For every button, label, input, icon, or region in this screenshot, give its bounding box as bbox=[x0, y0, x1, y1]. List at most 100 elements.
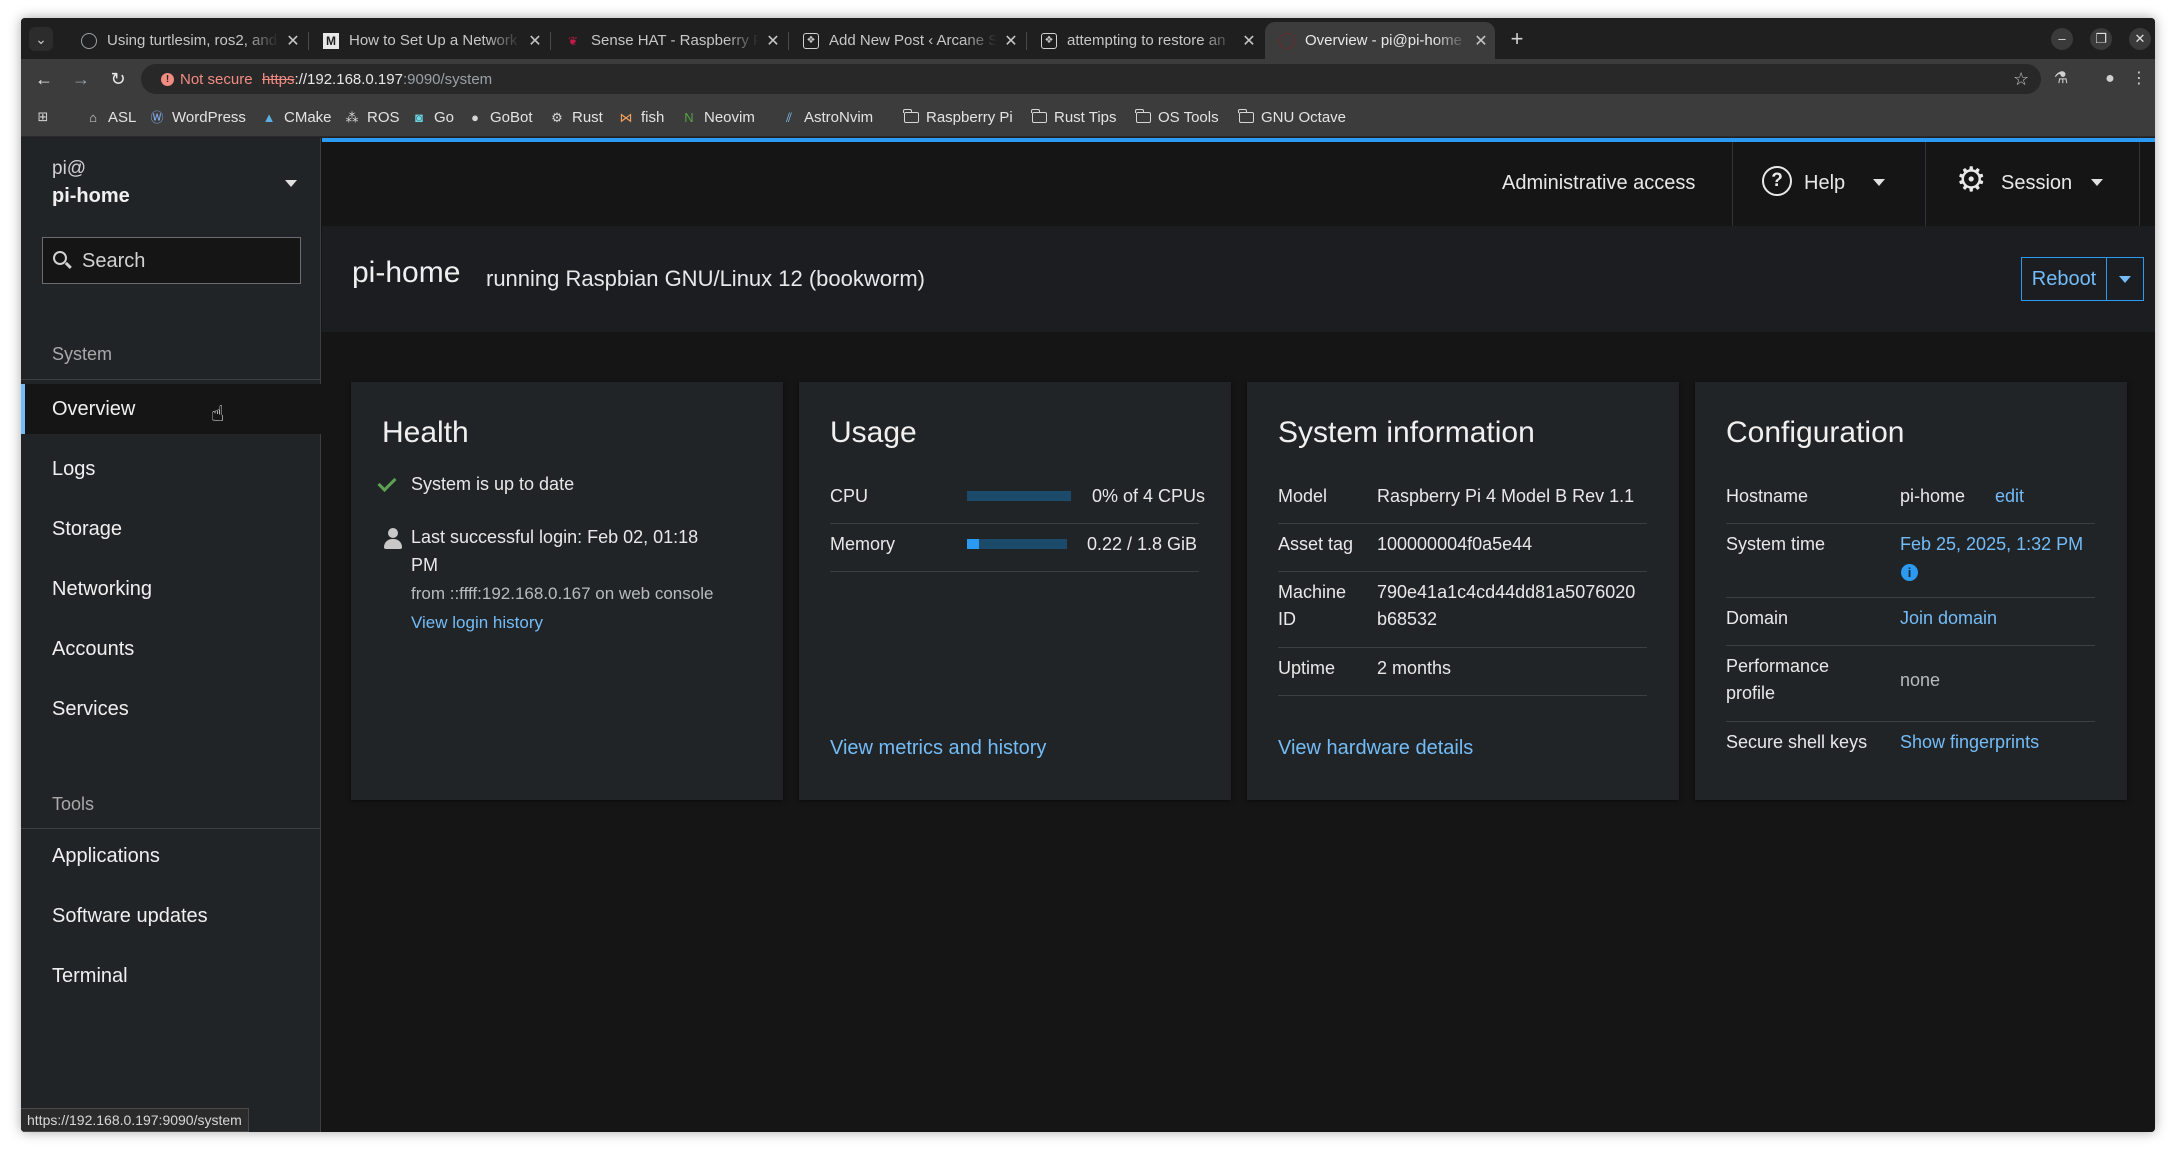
reboot-dropdown-toggle[interactable] bbox=[2106, 257, 2144, 301]
sidebar-item-storage[interactable]: Storage bbox=[21, 504, 321, 554]
nav-heading-system: System bbox=[52, 344, 113, 364]
search-placeholder: Search bbox=[82, 250, 146, 272]
card-title: Configuration bbox=[1726, 416, 1905, 449]
reload-icon[interactable]: ↻ bbox=[106, 67, 130, 91]
bookmark-raspberry-pi[interactable]: Raspberry Pi bbox=[903, 109, 1013, 126]
tab-search-button[interactable]: ⌄ bbox=[29, 27, 53, 51]
divider bbox=[2139, 142, 2140, 226]
os-description: running Raspbian GNU/Linux 12 (bookworm) bbox=[486, 266, 925, 291]
divider bbox=[1278, 571, 1647, 572]
machine-id-value: 790e41a1c4cd44dd81a5076020 bbox=[1377, 582, 1636, 602]
asset-tag-label: Asset tag bbox=[1278, 534, 1354, 554]
tab-network-setup[interactable]: M How to Set Up a Network ✕ bbox=[309, 22, 549, 59]
bookmark-go[interactable]: ◙ Go bbox=[411, 109, 454, 126]
search-input[interactable]: Search bbox=[42, 237, 301, 284]
join-domain-link[interactable]: Join domain bbox=[1900, 604, 1997, 632]
medium-icon: M bbox=[323, 32, 339, 49]
sidebar-item-logs[interactable]: Logs bbox=[21, 444, 321, 494]
tab-sense-hat[interactable]: ❦ Sense HAT - Raspberry Pi ✕ bbox=[551, 22, 787, 59]
bookmark-rust-tips[interactable]: Rust Tips bbox=[1031, 109, 1117, 126]
tab-close-icon[interactable]: ✕ bbox=[1467, 31, 1495, 51]
github-icon: ● bbox=[471, 109, 479, 125]
new-tab-icon[interactable]: + bbox=[1503, 26, 1531, 54]
minimize-icon[interactable]: – bbox=[2051, 28, 2073, 50]
bookmark-asl[interactable]: ⌂ ASL bbox=[85, 109, 136, 126]
bookmark-fish[interactable]: ⋈ fish bbox=[618, 109, 665, 126]
warning-icon: ! bbox=[161, 73, 174, 86]
configuration-card: Configuration Hostname pi-home edit Syst… bbox=[1695, 382, 2127, 800]
bookmark-star-icon[interactable]: ☆ bbox=[2013, 69, 2029, 90]
help-button[interactable]: Help bbox=[1804, 172, 1845, 195]
sidebar-item-overview[interactable]: Overview bbox=[21, 384, 321, 434]
host-switcher[interactable]: pi@ pi-home bbox=[21, 138, 321, 224]
close-window-icon[interactable]: ✕ bbox=[2129, 28, 2151, 50]
page-title: pi-home bbox=[352, 256, 461, 289]
tab-overview[interactable]: Overview - pi@pi-home ✕ bbox=[1265, 22, 1495, 59]
show-fingerprints-link[interactable]: Show fingerprints bbox=[1900, 728, 2039, 756]
sidebar-item-accounts[interactable]: Accounts bbox=[21, 624, 321, 674]
cpu-bar bbox=[967, 491, 1071, 501]
session-button[interactable]: Session bbox=[2001, 172, 2072, 195]
view-hardware-details-link[interactable]: View hardware details bbox=[1278, 734, 1473, 762]
bookmark-label: AstroNvim bbox=[804, 109, 874, 126]
bookmark-gnu-octave[interactable]: GNU Octave bbox=[1238, 109, 1346, 126]
security-indicator[interactable]: ! Not secure bbox=[161, 71, 253, 88]
cpu-label: CPU bbox=[830, 486, 869, 506]
apps-grid-icon[interactable]: ⊞ bbox=[35, 109, 58, 125]
url-text[interactable]: https://192.168.0.197:9090/system bbox=[262, 71, 492, 88]
fish-icon: ⋈ bbox=[619, 109, 633, 125]
tab-close-icon[interactable]: ✕ bbox=[521, 31, 549, 51]
view-metrics-link[interactable]: View metrics and history bbox=[830, 734, 1046, 762]
profile-icon[interactable]: ● bbox=[2098, 67, 2122, 91]
tab-close-icon[interactable]: ✕ bbox=[279, 31, 307, 51]
reboot-button[interactable]: Reboot bbox=[2021, 257, 2107, 301]
url-scheme: https bbox=[262, 71, 295, 88]
bookmark-gobot[interactable]: ● GoBot bbox=[467, 109, 532, 126]
sidebar-item-software-updates[interactable]: Software updates bbox=[21, 891, 321, 941]
sidebar-item-terminal[interactable]: Terminal bbox=[21, 951, 321, 1001]
tab-close-icon[interactable]: ✕ bbox=[1235, 31, 1263, 51]
model-value: Raspberry Pi 4 Model B Rev 1.1 bbox=[1377, 486, 1635, 506]
bookmark-rust[interactable]: ⚙ Rust bbox=[549, 109, 603, 126]
sidebar-item-services[interactable]: Services bbox=[21, 684, 321, 734]
restore-icon[interactable]: ❐ bbox=[2090, 28, 2112, 50]
back-icon[interactable]: ← bbox=[32, 67, 56, 91]
labs-flask-icon[interactable]: ⚗ bbox=[2049, 67, 2073, 91]
sidebar-item-networking[interactable]: Networking bbox=[21, 564, 321, 614]
machine-id-label: Machine bbox=[1278, 582, 1347, 602]
view-login-history-link[interactable]: View login history bbox=[411, 609, 543, 637]
help-icon[interactable]: ? bbox=[1762, 166, 1792, 196]
forward-icon[interactable]: → bbox=[69, 67, 93, 91]
tab-close-icon[interactable]: ✕ bbox=[759, 31, 787, 51]
divider bbox=[21, 379, 321, 380]
address-bar[interactable]: ! Not secure https://192.168.0.197:9090/… bbox=[141, 64, 2041, 94]
tab-restore[interactable]: ❖ attempting to restore an ✕ bbox=[1027, 22, 1263, 59]
bookmark-label: Go bbox=[434, 109, 455, 126]
menu-dots-icon[interactable]: ⋮ bbox=[2127, 67, 2151, 91]
sidebar-item-applications[interactable]: Applications bbox=[21, 831, 321, 881]
tab-turtlesim[interactable]: Using turtlesim, ros2, and ✕ bbox=[67, 22, 307, 59]
url-host: ://192.168.0.197 bbox=[294, 71, 403, 88]
gitea-icon: ❖ bbox=[1041, 32, 1057, 49]
gear-icon[interactable]: ⚙ bbox=[1956, 162, 1986, 198]
nav-heading-tools: Tools bbox=[52, 794, 95, 814]
bookmark-ros[interactable]: ⁂ ROS bbox=[344, 109, 400, 126]
folder-icon bbox=[1031, 109, 1047, 123]
bookmark-astronvim[interactable]: ⫽ AstroNvim bbox=[781, 109, 873, 126]
top-bar: Administrative access ? Help ⚙ Session bbox=[322, 138, 2155, 226]
performance-profile-value[interactable]: none bbox=[1900, 666, 1940, 694]
bookmark-os-tools[interactable]: OS Tools bbox=[1135, 109, 1219, 126]
divider bbox=[1278, 695, 1647, 696]
bookmark-neovim[interactable]: N Neovim bbox=[681, 109, 755, 126]
edit-hostname-link[interactable]: edit bbox=[1995, 482, 2024, 510]
administrative-access-button[interactable]: Administrative access bbox=[1502, 172, 1695, 195]
tab-new-post[interactable]: ❖ Add New Post ‹ Arcane S ✕ bbox=[789, 22, 1025, 59]
divider bbox=[21, 828, 321, 829]
folder-icon bbox=[1238, 109, 1254, 123]
bookmark-cmake[interactable]: ▲ CMake bbox=[261, 109, 332, 126]
divider bbox=[1732, 142, 1733, 226]
info-icon[interactable]: i bbox=[1901, 564, 1918, 581]
tab-close-icon[interactable]: ✕ bbox=[997, 31, 1025, 51]
bookmark-wordpress[interactable]: Ⓦ WordPress bbox=[149, 109, 245, 126]
system-time-link[interactable]: Feb 25, 2025, 1:32 PM bbox=[1900, 530, 2083, 558]
